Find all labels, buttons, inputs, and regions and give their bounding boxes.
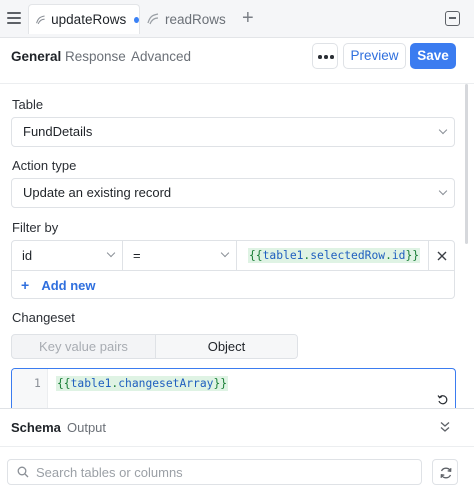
code-token: table1 xyxy=(70,377,112,390)
action-type-value: Update an existing record xyxy=(23,185,172,200)
table-select-value: FundDetails xyxy=(23,124,93,139)
unsaved-dot xyxy=(134,16,139,23)
code-token: {{ xyxy=(57,377,71,390)
code-token: {{ xyxy=(249,249,263,262)
query-editor: updateRows readRows + General Response A… xyxy=(0,0,474,503)
more-options-button[interactable] xyxy=(312,43,338,69)
search-input[interactable] xyxy=(36,463,416,481)
action-type-label: Action type xyxy=(12,158,77,173)
code-token: }} xyxy=(213,377,228,390)
database-icon xyxy=(36,15,45,24)
code-token: changesetArray xyxy=(118,377,214,390)
mode-key-value-button[interactable]: Key value pairs xyxy=(12,335,155,358)
filter-operator-value: = xyxy=(133,248,141,263)
filter-column-select[interactable]: id xyxy=(12,241,123,271)
table-label: Table xyxy=(12,97,44,112)
tab-update-rows[interactable]: updateRows xyxy=(28,4,140,34)
action-type-select[interactable]: Update an existing record xyxy=(11,178,455,208)
add-new-filter-button[interactable]: + Add new xyxy=(21,277,96,293)
editor-gutter: 1 xyxy=(12,369,48,408)
tab-output[interactable]: Output xyxy=(67,420,106,435)
tab-general[interactable]: General xyxy=(11,49,61,64)
tab-label: readRows xyxy=(165,11,226,27)
add-new-label: Add new xyxy=(41,278,96,293)
filter-column-value: id xyxy=(22,248,33,263)
tab-response[interactable]: Response xyxy=(65,49,126,64)
chevron-down-icon xyxy=(220,248,230,258)
chevron-down-icon xyxy=(106,248,116,258)
scrollbar[interactable] xyxy=(465,84,468,244)
changeset-label: Changeset xyxy=(12,310,75,325)
code-token: selectedRow xyxy=(310,249,386,262)
changeset-code-editor[interactable]: 1 {{table1.changesetArray}} xyxy=(11,368,456,408)
reset-icon[interactable] xyxy=(437,394,448,405)
code-token: id xyxy=(391,249,406,262)
table-select[interactable]: FundDetails xyxy=(11,117,455,147)
menu-icon[interactable] xyxy=(7,12,21,24)
line-number: 1 xyxy=(34,377,41,390)
double-chevron-down-icon[interactable] xyxy=(440,421,450,433)
query-nav: General Response Advanced Preview Save xyxy=(0,38,474,84)
chevron-down-icon xyxy=(438,125,448,135)
save-button[interactable]: Save xyxy=(410,43,456,69)
close-icon[interactable] xyxy=(436,250,448,262)
code-token: table1 xyxy=(262,249,304,262)
tab-schema[interactable]: Schema xyxy=(11,420,61,435)
filter-by-label: Filter by xyxy=(12,220,59,235)
code-token: . xyxy=(385,249,392,262)
code-token: }} xyxy=(405,249,420,262)
chevron-down-icon xyxy=(438,186,448,196)
tab-read-rows[interactable]: readRows xyxy=(142,4,226,34)
database-icon xyxy=(147,13,159,25)
refresh-schema-button[interactable] xyxy=(432,459,458,485)
search-icon xyxy=(17,466,29,478)
plus-icon: + xyxy=(21,277,30,293)
schema-search-box xyxy=(7,459,422,485)
changeset-code: {{table1.changesetArray}} xyxy=(56,376,229,391)
add-tab-icon[interactable]: + xyxy=(242,8,254,28)
tab-advanced[interactable]: Advanced xyxy=(131,49,191,64)
dot-icon xyxy=(318,55,322,59)
mode-object-button[interactable]: Object xyxy=(155,335,297,358)
dot-icon xyxy=(330,55,334,59)
refresh-icon xyxy=(440,467,452,479)
divider xyxy=(0,446,474,447)
schema-panel: Schema Output xyxy=(0,408,474,503)
collapse-panel-icon[interactable] xyxy=(445,11,460,26)
changeset-mode-toggle: Key value pairs Object xyxy=(11,334,298,359)
filter-operator-select[interactable]: = xyxy=(123,241,237,271)
tab-label: updateRows xyxy=(51,12,127,27)
query-tab-bar: updateRows readRows + xyxy=(0,0,474,38)
dot-icon xyxy=(324,55,328,59)
filter-value-code: {{table1.selectedRow.id}} xyxy=(248,248,421,263)
preview-button[interactable]: Preview xyxy=(343,43,406,69)
